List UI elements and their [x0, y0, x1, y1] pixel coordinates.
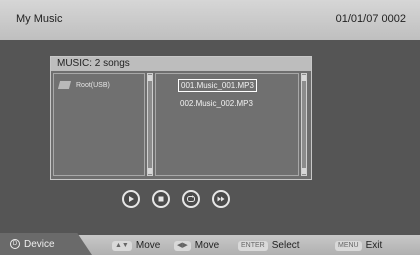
music-player-screen: My Music 01/01/07 0002 MUSIC: 2 songs Ro… — [0, 0, 420, 255]
menu-label: Exit — [365, 240, 383, 251]
directory-label: Root(USB) — [76, 81, 110, 89]
move-horizontal-label: Move — [194, 240, 220, 251]
directory-item-root-usb[interactable]: Root(USB) — [58, 80, 110, 90]
page-title: My Music — [16, 13, 63, 25]
playback-controls — [122, 190, 230, 208]
stop-icon — [158, 196, 164, 202]
repeat-icon — [187, 195, 195, 202]
file-item[interactable]: 002.Music_002.MP3 — [178, 98, 255, 109]
menu-key-icon: MENU — [335, 240, 362, 251]
fast-forward-icon — [217, 196, 225, 202]
hint-enter: ENTER Select — [238, 240, 300, 251]
stop-button[interactable] — [152, 190, 170, 208]
top-bar: My Music 01/01/07 0002 — [0, 0, 420, 40]
panel-header: MUSIC: 2 songs — [51, 57, 311, 71]
device-badge-icon: D — [10, 239, 20, 249]
file-item-selected[interactable]: 001.Music_001.MP3 — [178, 79, 257, 92]
repeat-button[interactable] — [182, 190, 200, 208]
usb-drive-icon — [58, 80, 72, 90]
directory-pane: Root(USB) — [53, 73, 145, 176]
date-time: 01/01/07 0002 — [335, 13, 406, 25]
hint-move-vertical: ▲▼ Move — [112, 240, 160, 251]
device-tab[interactable]: D Device — [0, 233, 92, 255]
up-down-key-icon: ▲▼ — [112, 240, 132, 251]
music-browser-panel: MUSIC: 2 songs Root(USB) 001.Music_001.M… — [50, 56, 312, 180]
scroll-up-arrow-icon[interactable] — [148, 75, 152, 81]
device-label: Device — [24, 238, 55, 250]
enter-key-icon: ENTER — [238, 240, 268, 251]
scroll-up-arrow-icon[interactable] — [302, 75, 306, 81]
file-list-pane: 001.Music_001.MP3 002.Music_002.MP3 — [155, 73, 299, 176]
bottom-bar: D Device ▲▼ Move ◀▶ Move ENTER Select ME… — [0, 233, 420, 255]
scroll-down-arrow-icon[interactable] — [302, 168, 306, 174]
play-icon — [129, 196, 134, 202]
hint-move-horizontal: ◀▶ Move — [174, 240, 219, 251]
hint-menu: MENU Exit — [335, 240, 382, 251]
left-right-key-icon: ◀▶ — [174, 240, 191, 251]
enter-label: Select — [271, 240, 300, 251]
play-button[interactable] — [122, 190, 140, 208]
scroll-down-arrow-icon[interactable] — [148, 168, 152, 174]
fast-forward-button[interactable] — [212, 190, 230, 208]
file-list-scrollbar[interactable] — [301, 73, 307, 176]
move-vertical-label: Move — [135, 240, 161, 251]
directory-scrollbar[interactable] — [147, 73, 153, 176]
